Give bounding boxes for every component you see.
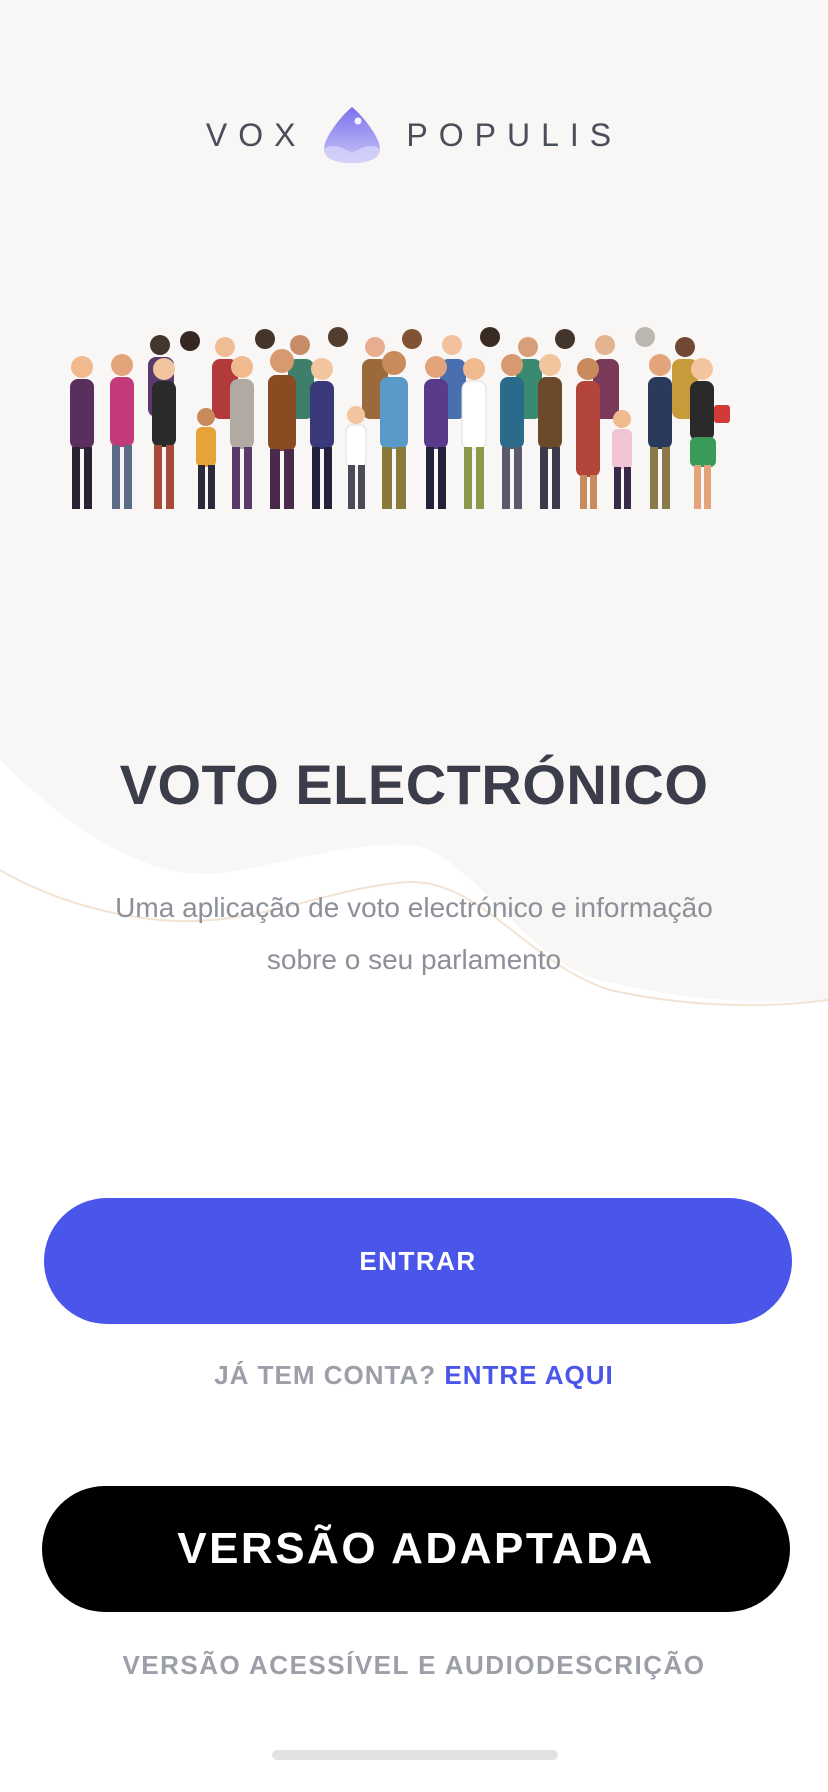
crowd-of-people-illustration [70, 327, 730, 509]
login-question: JÁ TEM CONTA? [214, 1360, 437, 1390]
enter-button[interactable]: ENTRAR [44, 1198, 792, 1324]
logo-word-left: VOX [205, 116, 307, 153]
app-logo: VOX POPULIS [0, 100, 828, 170]
page-title: VOTO ELECTRÓNICO [119, 753, 709, 816]
droplet-logo-icon [324, 107, 381, 163]
login-link[interactable]: ENTRE AQUI [444, 1360, 613, 1390]
adapted-version-button[interactable]: VERSÃO ADAPTADA [42, 1486, 790, 1612]
home-indicator[interactable] [272, 1750, 558, 1760]
login-prompt: JÁ TEM CONTA? ENTRE AQUI [0, 1360, 828, 1391]
accessibility-note: VERSÃO ACESSÍVEL E AUDIODESCRIÇÃO [122, 1650, 706, 1680]
page-subtitle: Uma aplicação de voto electrónico e info… [115, 892, 713, 975]
logo-word-right: POPULIS [406, 116, 623, 153]
